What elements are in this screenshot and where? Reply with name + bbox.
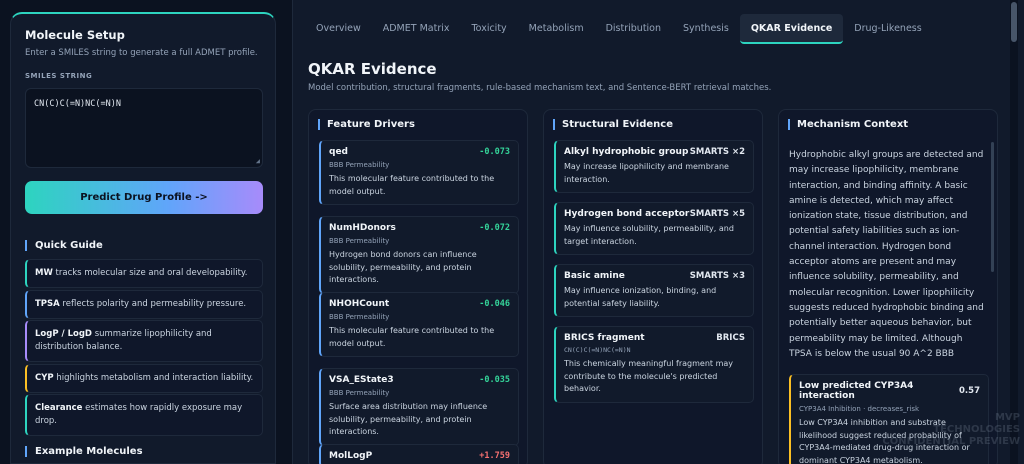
watermark-line: TECHNOLOGIES: [933, 424, 1020, 435]
structure-badge: SMARTS ×2: [689, 147, 745, 157]
mechanism-scrollbar[interactable]: [991, 142, 994, 272]
feature-desc: This molecular feature contributed to th…: [329, 326, 495, 348]
structural-evidence-title: Structural Evidence: [553, 119, 673, 130]
cyp3a4-value: 0.57: [959, 386, 980, 396]
main-panel: Overview ADMET Matrix Toxicity Metabolis…: [292, 0, 1024, 464]
tab-synthesis[interactable]: Synthesis: [672, 14, 740, 44]
structure-badge: SMARTS ×3: [689, 271, 745, 281]
guide-item-mw: MW tracks molecular size and oral develo…: [25, 259, 263, 288]
tab-qkar-evidence[interactable]: QKAR Evidence: [739, 14, 844, 44]
feature-card: NumHDonors -0.072 BBB Permeability Hydrog…: [319, 216, 519, 294]
guide-text: reflects polarity and permeability press…: [59, 299, 247, 309]
watermark-line: MVP: [994, 412, 1020, 423]
structure-card: Basic amine SMARTS ×3 May influence ioniz…: [554, 264, 754, 317]
tab-bar: Overview ADMET Matrix Toxicity Metabolis…: [305, 14, 933, 44]
page-scrollbar-track[interactable]: [1010, 0, 1018, 464]
tab-admet-matrix[interactable]: ADMET Matrix: [372, 14, 461, 44]
feature-value: -0.073: [479, 147, 510, 157]
feature-desc: Hydrogen bond donors can influence solub…: [329, 250, 477, 284]
guide-text: highlights metabolism and interaction li…: [53, 373, 254, 383]
tab-metabolism[interactable]: Metabolism: [518, 14, 595, 44]
page-subtitle: Model contribution, structural fragments…: [308, 83, 772, 93]
feature-tag: BBB Permeability: [329, 313, 390, 321]
guide-key: Clearance: [35, 403, 83, 413]
tab-distribution[interactable]: Distribution: [595, 14, 672, 44]
structure-name: Hydrogen bond acceptor: [564, 209, 690, 219]
guide-item-tpsa: TPSA reflects polarity and permeability …: [25, 290, 263, 319]
guide-key: CYP: [35, 373, 54, 383]
feature-desc: This molecular feature contributed to th…: [329, 174, 495, 196]
tab-drug-likeness[interactable]: Drug-Likeness: [843, 14, 932, 44]
feature-value: -0.046: [479, 299, 510, 309]
feature-card: MolLogP +1.759: [319, 444, 519, 464]
guide-item-clearance: Clearance estimates how rapidly exposure…: [25, 394, 263, 436]
feature-name: qed: [329, 147, 348, 157]
structure-desc: This chemically meaningful fragment may …: [564, 359, 734, 393]
mechanism-context-title: Mechanism Context: [788, 119, 908, 130]
feature-desc: Surface area distribution may influence …: [329, 402, 488, 436]
feature-tag: BBB Permeability: [329, 389, 390, 397]
structure-name: BRICS fragment: [564, 333, 645, 343]
app-root: Molecule Setup Enter a SMILES string to …: [0, 0, 1024, 464]
predict-button[interactable]: Predict Drug Profile ->: [25, 181, 263, 214]
smiles-input[interactable]: CN(C)C(=N)NC(=N)N ◢: [25, 88, 263, 168]
sidebar-subtitle: Enter a SMILES string to generate a full…: [25, 48, 258, 58]
structural-evidence-panel: Structural Evidence Alkyl hydrophobic gr…: [543, 109, 763, 464]
watermark-line: CONFIDENTIAL PREVIEW: [882, 436, 1020, 447]
structure-desc: May influence ionization, binding, and p…: [564, 286, 717, 308]
guide-key: LogP / LogD: [35, 329, 92, 339]
feature-drivers-title: Feature Drivers: [318, 119, 415, 130]
resize-handle-icon[interactable]: ◢: [256, 157, 260, 165]
structure-card: Hydrogen bond acceptor SMARTS ×5 May infl…: [554, 202, 754, 255]
quick-guide-title: Quick Guide: [25, 240, 103, 251]
structure-card: Alkyl hydrophobic group SMARTS ×2 May inc…: [554, 140, 754, 193]
feature-name: NHOHCount: [329, 299, 390, 309]
tab-toxicity[interactable]: Toxicity: [460, 14, 517, 44]
structure-desc: May increase lipophilicity and membrane …: [564, 162, 729, 184]
guide-item-logp: LogP / LogD summarize lipophilicity and …: [25, 320, 263, 362]
page-scrollbar-thumb[interactable]: [1011, 2, 1017, 42]
feature-value: +1.759: [479, 451, 510, 461]
feature-name: VSA_EState3: [329, 375, 394, 385]
feature-tag: BBB Permeability: [329, 161, 390, 169]
sidebar: Molecule Setup Enter a SMILES string to …: [10, 12, 276, 464]
mechanism-text[interactable]: Hydrophobic alkyl groups are detected an…: [789, 148, 985, 368]
smiles-value: CN(C)C(=N)NC(=N)N: [34, 99, 121, 109]
structure-name: Basic amine: [564, 271, 625, 281]
page-title: QKAR Evidence: [308, 60, 437, 78]
example-molecules-title: Example Molecules: [25, 446, 143, 457]
feature-name: NumHDonors: [329, 223, 396, 233]
smiles-label: SMILES STRING: [25, 72, 93, 80]
feature-drivers-panel: Feature Drivers qed -0.073 BBB Permeabili…: [308, 109, 528, 464]
sidebar-title: Molecule Setup: [25, 28, 125, 42]
feature-tag: BBB Permeability: [329, 237, 390, 245]
mechanism-context-panel: Mechanism Context Hydrophobic alkyl grou…: [778, 109, 998, 464]
structure-badge: SMARTS ×5: [689, 209, 745, 219]
structure-card: BRICS fragment BRICS CN(C)C(=N)NC(=N)N Th…: [554, 326, 754, 403]
structure-badge: BRICS: [716, 333, 745, 343]
feature-card: qed -0.073 BBB Permeability This molecula…: [319, 140, 519, 205]
watermark: MVP TECHNOLOGIES CONFIDENTIAL PREVIEW: [880, 412, 1020, 448]
structure-name: Alkyl hydrophobic group: [564, 147, 689, 157]
guide-item-cyp: CYP highlights metabolism and interactio…: [25, 364, 263, 393]
guide-key: TPSA: [35, 299, 60, 309]
structure-desc: May influence solubility, permeability, …: [564, 224, 734, 246]
tab-overview[interactable]: Overview: [305, 14, 372, 44]
feature-card: VSA_EState3 -0.035 BBB Permeability Surfa…: [319, 368, 519, 446]
guide-key: MW: [35, 268, 53, 278]
feature-value: -0.072: [479, 223, 510, 233]
guide-text: tracks molecular size and oral developab…: [52, 268, 248, 278]
feature-name: MolLogP: [329, 451, 373, 461]
feature-value: -0.035: [479, 375, 510, 385]
feature-card: NHOHCount -0.046 BBB Permeability This mo…: [319, 292, 519, 357]
structure-smiles: CN(C)C(=N)NC(=N)N: [564, 346, 631, 354]
cyp3a4-title: Low predicted CYP3A4 interaction: [799, 381, 914, 401]
